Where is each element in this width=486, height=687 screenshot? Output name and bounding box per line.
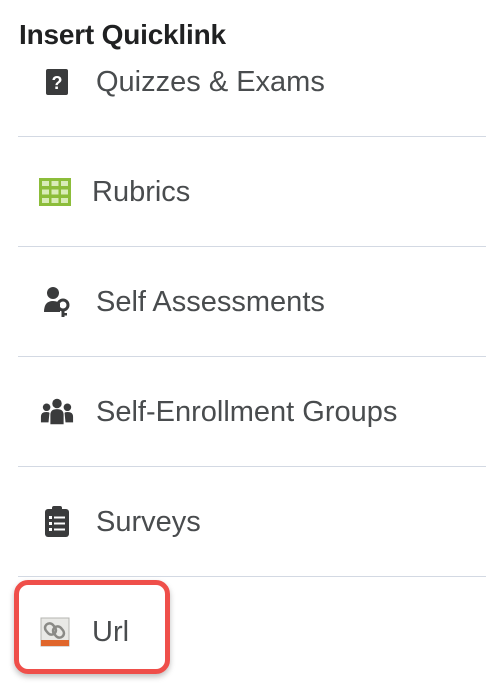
self-assessment-icon: [40, 285, 74, 319]
list-item-self-assessments[interactable]: Self Assessments: [18, 247, 486, 357]
url-link-icon: [38, 615, 72, 649]
groups-icon: [40, 395, 74, 429]
clipboard-list-icon: [40, 505, 74, 539]
list-item-label: Self Assessments: [96, 286, 325, 318]
list-item-label: Url: [92, 616, 130, 648]
list-item-label: Quizzes & Exams: [96, 66, 325, 98]
list-item-rubrics[interactable]: Rubrics: [18, 137, 486, 247]
list-item-url[interactable]: Url: [18, 577, 486, 687]
list-item-quizzes-exams[interactable]: ? Quizzes & Exams: [18, 27, 486, 137]
list-item-label: Rubrics: [92, 176, 191, 208]
list-item-label: Surveys: [96, 506, 201, 538]
list-item-self-enrollment-groups[interactable]: Self-Enrollment Groups: [18, 357, 486, 467]
list-item-label: Self-Enrollment Groups: [96, 396, 398, 428]
svg-text:?: ?: [52, 73, 63, 93]
list-item-surveys[interactable]: Surveys: [18, 467, 486, 577]
quiz-icon: ?: [40, 65, 74, 99]
rubric-grid-icon: [38, 175, 72, 209]
